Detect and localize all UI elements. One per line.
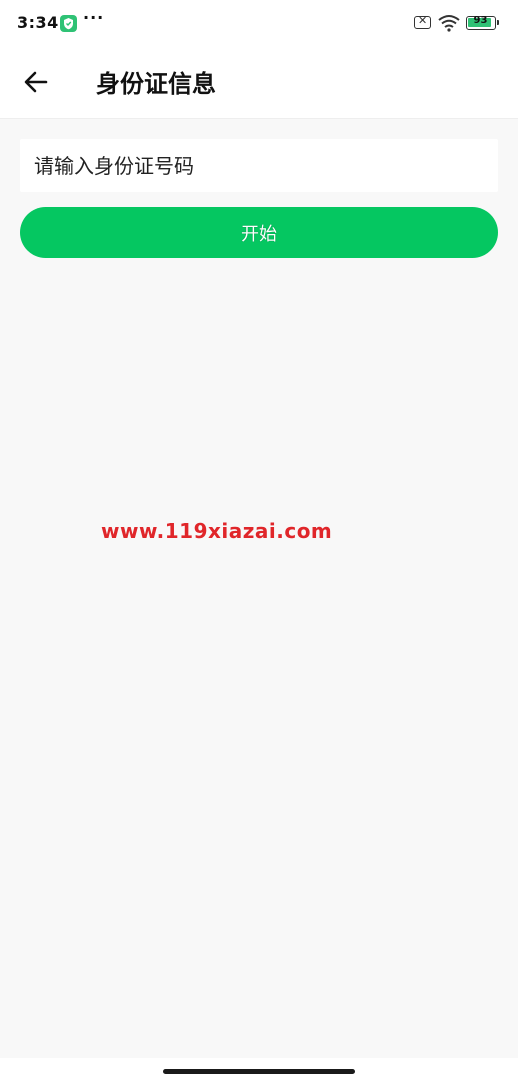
page-title: 身份证信息 (96, 70, 216, 98)
back-button[interactable] (14, 60, 58, 104)
status-bar: 3:34 ··· ✕ 93 (0, 0, 518, 46)
battery-icon: 93 (466, 15, 499, 30)
id-number-input[interactable] (20, 139, 498, 192)
start-button[interactable]: 开始 (20, 207, 498, 258)
battery-level: 93 (473, 15, 488, 26)
wifi-icon (438, 14, 460, 36)
watermark-text: www.119xiazai.com (101, 519, 333, 543)
gesture-bar (0, 1058, 518, 1080)
home-indicator[interactable] (163, 1069, 355, 1074)
more-notifications-icon: ··· (83, 8, 105, 27)
battery-tip (497, 20, 499, 25)
id-number-field-container (20, 139, 498, 192)
status-time: 3:34 (17, 13, 59, 32)
arrow-left-icon (24, 71, 48, 93)
app-bar: 身份证信息 (0, 46, 518, 119)
security-shield-icon (60, 15, 77, 32)
no-sim-icon: ✕ (414, 14, 431, 29)
